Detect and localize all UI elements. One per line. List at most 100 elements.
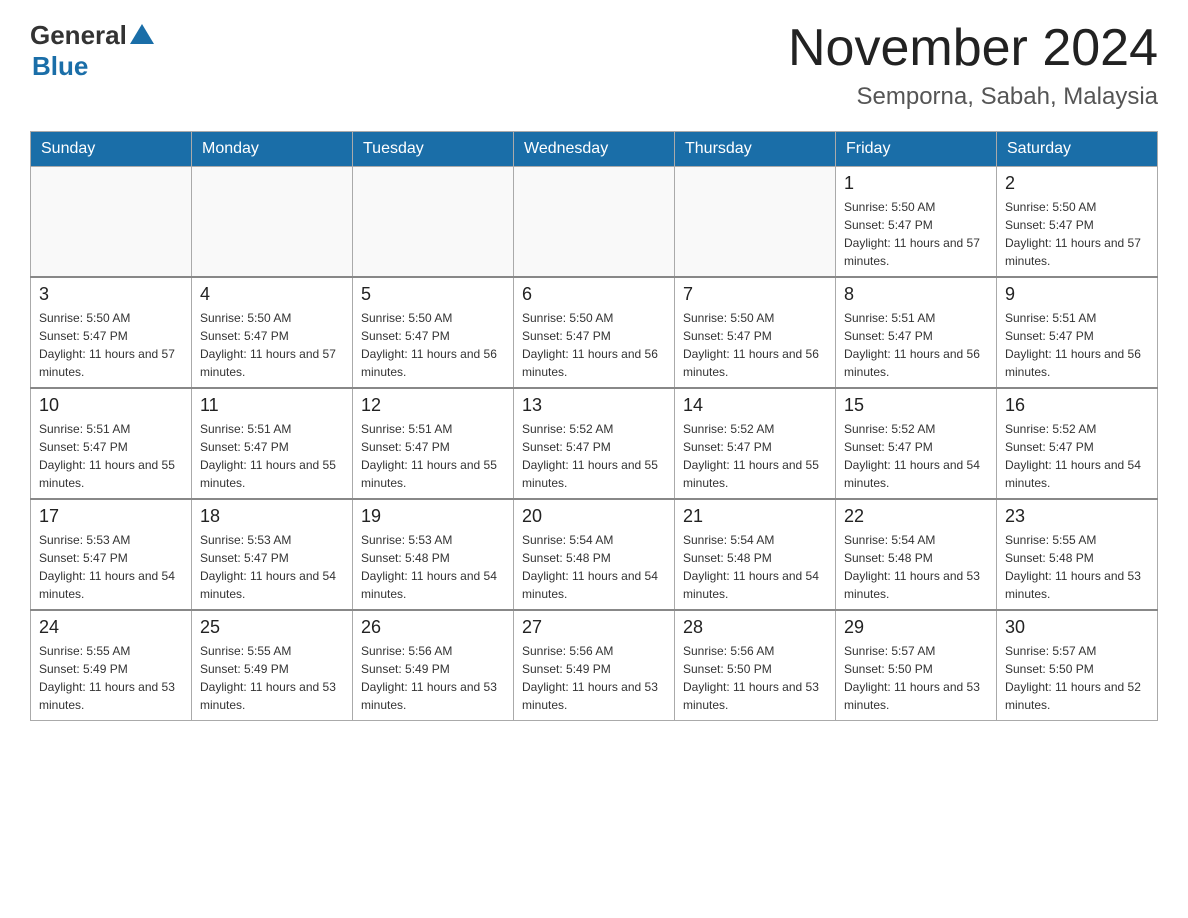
- day-info: Sunrise: 5:52 AMSunset: 5:47 PMDaylight:…: [1005, 420, 1149, 492]
- calendar-cell: 6 Sunrise: 5:50 AMSunset: 5:47 PMDaylight…: [514, 277, 675, 388]
- day-number: 8: [844, 284, 988, 305]
- calendar-cell: [353, 167, 514, 278]
- day-info: Sunrise: 5:52 AMSunset: 5:47 PMDaylight:…: [844, 420, 988, 492]
- calendar-cell: 3 Sunrise: 5:50 AMSunset: 5:47 PMDaylight…: [31, 277, 192, 388]
- day-number: 27: [522, 617, 666, 638]
- calendar-cell: 5Sunrise: 5:50 AMSunset: 5:47 PMDaylight…: [353, 277, 514, 388]
- day-number: 3: [39, 284, 183, 305]
- calendar-cell: 29 Sunrise: 5:57 AMSunset: 5:50 PMDayligh…: [836, 610, 997, 721]
- day-info: Sunrise: 5:54 AMSunset: 5:48 PMDaylight:…: [844, 531, 988, 603]
- day-info: Sunrise: 5:54 AMSunset: 5:48 PMDaylight:…: [683, 531, 827, 603]
- day-info: Sunrise: 5:54 AMSunset: 5:48 PMDaylight:…: [522, 531, 666, 603]
- calendar-cell: 7 Sunrise: 5:50 AMSunset: 5:47 PMDaylight…: [675, 277, 836, 388]
- day-number: 26: [361, 617, 505, 638]
- day-number: 21: [683, 506, 827, 527]
- day-number: 16: [1005, 395, 1149, 416]
- day-info: Sunrise: 5:50 AMSunset: 5:47 PMDaylight:…: [844, 198, 988, 270]
- location-title: Semporna, Sabah, Malaysia: [788, 83, 1158, 111]
- day-info: Sunrise: 5:55 AMSunset: 5:48 PMDaylight:…: [1005, 531, 1149, 603]
- calendar-cell: 19 Sunrise: 5:53 AMSunset: 5:48 PMDayligh…: [353, 499, 514, 610]
- logo: General Blue: [30, 20, 154, 82]
- calendar-cell: 8 Sunrise: 5:51 AMSunset: 5:47 PMDaylight…: [836, 277, 997, 388]
- day-number: 2: [1005, 173, 1149, 194]
- calendar-cell: [31, 167, 192, 278]
- calendar-cell: 11 Sunrise: 5:51 AMSunset: 5:47 PMDayligh…: [192, 388, 353, 499]
- day-number: 20: [522, 506, 666, 527]
- day-number: 23: [1005, 506, 1149, 527]
- day-info: Sunrise: 5:51 AMSunset: 5:47 PMDaylight:…: [844, 309, 988, 381]
- calendar-table: SundayMondayTuesdayWednesdayThursdayFrid…: [30, 131, 1158, 721]
- day-info: Sunrise: 5:56 AMSunset: 5:49 PMDaylight:…: [361, 642, 505, 714]
- calendar-cell: 16 Sunrise: 5:52 AMSunset: 5:47 PMDayligh…: [997, 388, 1158, 499]
- day-number: 13: [522, 395, 666, 416]
- calendar-cell: 12Sunrise: 5:51 AMSunset: 5:47 PMDayligh…: [353, 388, 514, 499]
- day-number: 25: [200, 617, 344, 638]
- title-section: November 2024 Semporna, Sabah, Malaysia: [788, 20, 1158, 111]
- day-number: 4: [200, 284, 344, 305]
- calendar-cell: 14 Sunrise: 5:52 AMSunset: 5:47 PMDayligh…: [675, 388, 836, 499]
- day-info: Sunrise: 5:51 AMSunset: 5:47 PMDaylight:…: [200, 420, 344, 492]
- calendar-cell: 9Sunrise: 5:51 AMSunset: 5:47 PMDaylight…: [997, 277, 1158, 388]
- calendar-cell: 23 Sunrise: 5:55 AMSunset: 5:48 PMDayligh…: [997, 499, 1158, 610]
- day-number: 22: [844, 506, 988, 527]
- page-header: General Blue November 2024 Semporna, Sab…: [30, 20, 1158, 111]
- day-number: 29: [844, 617, 988, 638]
- day-info: Sunrise: 5:50 AMSunset: 5:47 PMDaylight:…: [683, 309, 827, 381]
- day-number: 6: [522, 284, 666, 305]
- logo-triangle-icon: [130, 24, 154, 44]
- day-info: Sunrise: 5:52 AMSunset: 5:47 PMDaylight:…: [683, 420, 827, 492]
- logo-blue-text: Blue: [32, 51, 88, 82]
- day-info: Sunrise: 5:50 AMSunset: 5:47 PMDaylight:…: [200, 309, 344, 381]
- calendar-week-row: 3 Sunrise: 5:50 AMSunset: 5:47 PMDaylight…: [31, 277, 1158, 388]
- day-number: 5: [361, 284, 505, 305]
- calendar-week-row: 24 Sunrise: 5:55 AMSunset: 5:49 PMDayligh…: [31, 610, 1158, 721]
- calendar-cell: 1 Sunrise: 5:50 AMSunset: 5:47 PMDaylight…: [836, 167, 997, 278]
- day-number: 7: [683, 284, 827, 305]
- weekday-header-friday: Friday: [836, 132, 997, 167]
- calendar-cell: 21 Sunrise: 5:54 AMSunset: 5:48 PMDayligh…: [675, 499, 836, 610]
- day-number: 14: [683, 395, 827, 416]
- calendar-cell: 30 Sunrise: 5:57 AMSunset: 5:50 PMDayligh…: [997, 610, 1158, 721]
- day-number: 1: [844, 173, 988, 194]
- day-number: 10: [39, 395, 183, 416]
- day-info: Sunrise: 5:52 AMSunset: 5:47 PMDaylight:…: [522, 420, 666, 492]
- day-info: Sunrise: 5:51 AMSunset: 5:47 PMDaylight:…: [39, 420, 183, 492]
- calendar-cell: 18Sunrise: 5:53 AMSunset: 5:47 PMDayligh…: [192, 499, 353, 610]
- day-number: 30: [1005, 617, 1149, 638]
- day-info: Sunrise: 5:57 AMSunset: 5:50 PMDaylight:…: [844, 642, 988, 714]
- calendar-cell: 27Sunrise: 5:56 AMSunset: 5:49 PMDayligh…: [514, 610, 675, 721]
- calendar-cell: 10 Sunrise: 5:51 AMSunset: 5:47 PMDayligh…: [31, 388, 192, 499]
- calendar-cell: [192, 167, 353, 278]
- day-info: Sunrise: 5:57 AMSunset: 5:50 PMDaylight:…: [1005, 642, 1149, 714]
- day-number: 28: [683, 617, 827, 638]
- calendar-cell: 2 Sunrise: 5:50 AMSunset: 5:47 PMDaylight…: [997, 167, 1158, 278]
- day-info: Sunrise: 5:50 AMSunset: 5:47 PMDaylight:…: [522, 309, 666, 381]
- calendar-cell: 28 Sunrise: 5:56 AMSunset: 5:50 PMDayligh…: [675, 610, 836, 721]
- logo-general-text: General: [30, 20, 127, 51]
- day-number: 24: [39, 617, 183, 638]
- day-info: Sunrise: 5:56 AMSunset: 5:50 PMDaylight:…: [683, 642, 827, 714]
- calendar-cell: 4 Sunrise: 5:50 AMSunset: 5:47 PMDaylight…: [192, 277, 353, 388]
- weekday-header-saturday: Saturday: [997, 132, 1158, 167]
- day-number: 19: [361, 506, 505, 527]
- calendar-week-row: 1 Sunrise: 5:50 AMSunset: 5:47 PMDaylight…: [31, 167, 1158, 278]
- calendar-cell: [675, 167, 836, 278]
- weekday-header-thursday: Thursday: [675, 132, 836, 167]
- day-info: Sunrise: 5:50 AMSunset: 5:47 PMDaylight:…: [39, 309, 183, 381]
- weekday-header-row: SundayMondayTuesdayWednesdayThursdayFrid…: [31, 132, 1158, 167]
- day-number: 11: [200, 395, 344, 416]
- calendar-cell: [514, 167, 675, 278]
- day-info: Sunrise: 5:50 AMSunset: 5:47 PMDaylight:…: [1005, 198, 1149, 270]
- weekday-header-sunday: Sunday: [31, 132, 192, 167]
- day-info: Sunrise: 5:53 AMSunset: 5:47 PMDaylight:…: [39, 531, 183, 603]
- calendar-cell: 25 Sunrise: 5:55 AMSunset: 5:49 PMDayligh…: [192, 610, 353, 721]
- calendar-cell: 15Sunrise: 5:52 AMSunset: 5:47 PMDayligh…: [836, 388, 997, 499]
- calendar-cell: 24Sunrise: 5:55 AMSunset: 5:49 PMDayligh…: [31, 610, 192, 721]
- day-number: 18: [200, 506, 344, 527]
- day-info: Sunrise: 5:53 AMSunset: 5:48 PMDaylight:…: [361, 531, 505, 603]
- day-info: Sunrise: 5:55 AMSunset: 5:49 PMDaylight:…: [200, 642, 344, 714]
- calendar-week-row: 17Sunrise: 5:53 AMSunset: 5:47 PMDayligh…: [31, 499, 1158, 610]
- calendar-cell: 26 Sunrise: 5:56 AMSunset: 5:49 PMDayligh…: [353, 610, 514, 721]
- month-title: November 2024: [788, 20, 1158, 77]
- calendar-cell: 20 Sunrise: 5:54 AMSunset: 5:48 PMDayligh…: [514, 499, 675, 610]
